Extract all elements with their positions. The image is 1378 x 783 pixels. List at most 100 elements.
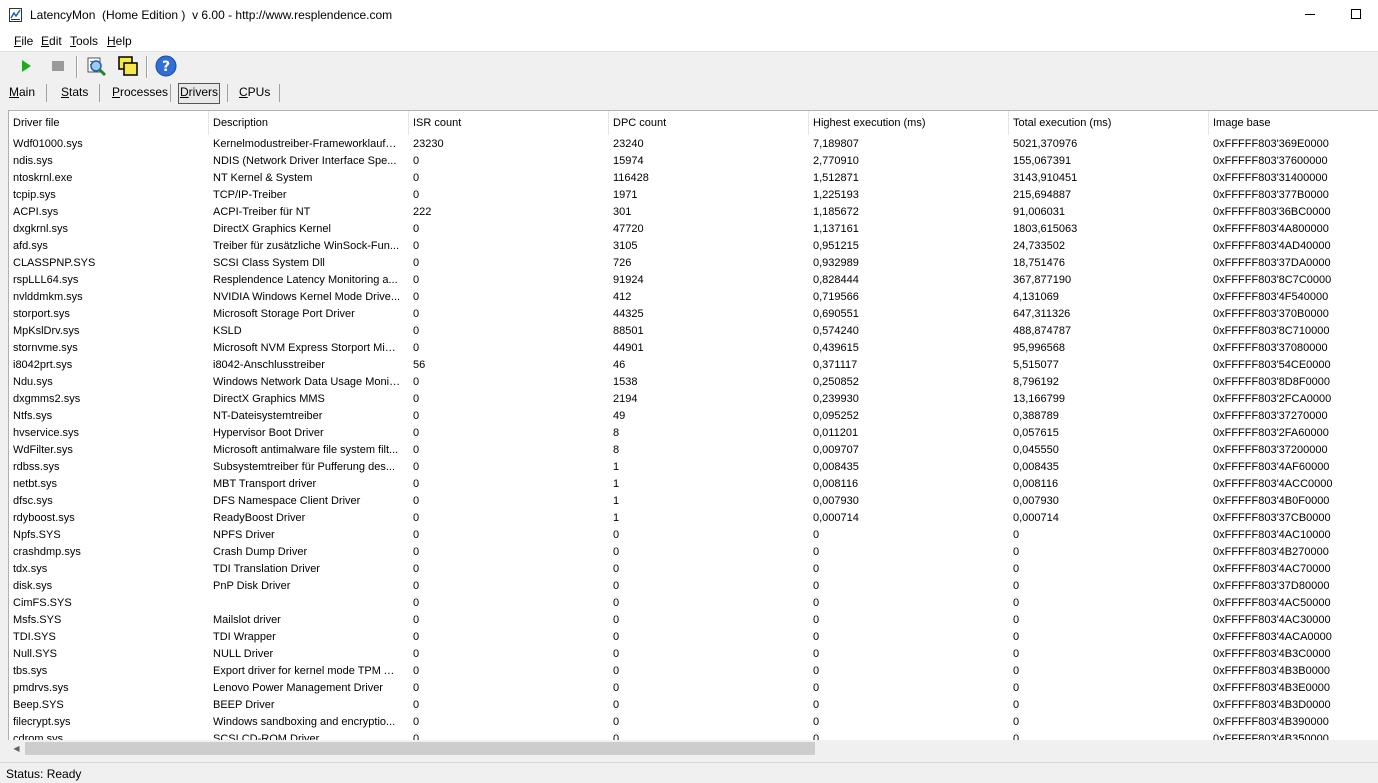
column-header-highest-execution[interactable]: Highest execution (ms) [809, 111, 1009, 135]
table-cell: 0 [413, 631, 420, 643]
column-header-driver-file[interactable]: Driver file [9, 111, 209, 135]
table-row[interactable]: filecrypt.sys Windows sandboxing and encr… [9, 714, 1378, 731]
table-row[interactable]: stornvme.sys Microsoft NVM Express Storpo… [9, 340, 1378, 357]
table-cell: Windows Network Data Usage Monit... [213, 376, 401, 388]
table-cell: 488,874787 [1013, 325, 1072, 337]
table-row[interactable]: tcpip.sys TCP/IP-Treiber 0 1971 1,225193 215,… [9, 187, 1378, 204]
menu-help[interactable]: Help [107, 34, 132, 48]
table-row[interactable]: MpKslDrv.sys KSLD 0 88501 0,574240 488,874787… [9, 323, 1378, 340]
report-icon [85, 55, 107, 80]
table-row[interactable]: TDI.SYS TDI Wrapper 0 0 0 0 0xFFFFF803'4ACA000… [9, 629, 1378, 646]
table-cell: 0 [613, 614, 620, 626]
column-header-description[interactable]: Description [209, 111, 409, 135]
windows-button[interactable] [116, 55, 140, 79]
horizontal-scrollbar[interactable]: ◀ [8, 740, 1378, 757]
table-cell: 0 [413, 546, 420, 558]
table-row[interactable]: rdyboost.sys ReadyBoost Driver 0 1 0,000714 0… [9, 510, 1378, 527]
table-row[interactable]: storport.sys Microsoft Storage Port Drive… [9, 306, 1378, 323]
tab-cpus[interactable]: CPUs [238, 83, 271, 102]
table-cell: 0 [613, 546, 620, 558]
table-cell: 0 [613, 563, 620, 575]
menu-tools[interactable]: Tools [70, 34, 98, 48]
stop-button[interactable] [46, 55, 70, 79]
scroll-left-button[interactable]: ◀ [8, 740, 25, 757]
table-row[interactable]: afd.sys Treiber für zusätzliche WinSock-F… [9, 238, 1378, 255]
menu-edit[interactable]: Edit [41, 34, 62, 48]
table-row[interactable]: netbt.sys MBT Transport driver 0 1 0,008116 0… [9, 476, 1378, 493]
table-cell: 0 [613, 665, 620, 677]
table-row[interactable]: Ntfs.sys NT-Dateisystemtreiber 0 49 0,095252… [9, 408, 1378, 425]
table-row[interactable]: CimFS.SYS 0 0 0 0 0xFFFFF803'4AC50000 [9, 595, 1378, 612]
maximize-button[interactable] [1333, 0, 1378, 31]
table-row[interactable]: ntoskrnl.exe NT Kernel & System 0 116428 1,5… [9, 170, 1378, 187]
table-row[interactable]: ndis.sys NDIS (Network Driver Interface S… [9, 153, 1378, 170]
table-cell: 0 [813, 648, 820, 660]
table-row[interactable]: Msfs.SYS Mailslot driver 0 0 0 0 0xFFFFF803'4A… [9, 612, 1378, 629]
table-cell: 0 [413, 682, 420, 694]
table-cell: 0 [1013, 699, 1020, 711]
toolbar: ? [0, 52, 1378, 82]
column-header-total-execution[interactable]: Total execution (ms) [1009, 111, 1209, 135]
table-cell: 0 [613, 648, 620, 660]
table-row[interactable]: nvlddmkm.sys NVIDIA Windows Kernel Mode D… [9, 289, 1378, 306]
table-row[interactable]: disk.sys PnP Disk Driver 0 0 0 0 0xFFFFF803'37… [9, 578, 1378, 595]
table-cell: 0,951215 [813, 240, 859, 252]
table-cell: 3143,910451 [1013, 172, 1078, 184]
report-button[interactable] [84, 55, 108, 79]
minimize-button[interactable] [1287, 0, 1333, 31]
table-row[interactable]: Null.SYS NULL Driver 0 0 0 0 0xFFFFF803'4B3C00… [9, 646, 1378, 663]
table-cell: 4,131069 [1013, 291, 1059, 303]
table-row[interactable]: Ndu.sys Windows Network Data Usage Monit.… [9, 374, 1378, 391]
table-cell: 0xFFFFF803'37CB0000 [1213, 512, 1331, 524]
table-row[interactable]: hvservice.sys Hypervisor Boot Driver 0 8 0,0… [9, 425, 1378, 442]
table-row[interactable]: dxgkrnl.sys DirectX Graphics Kernel 0 47720… [9, 221, 1378, 238]
help-button[interactable]: ? [154, 55, 178, 79]
table-row[interactable]: crashdmp.sys Crash Dump Driver 0 0 0 0 0xFFFFF… [9, 544, 1378, 561]
table-cell: 0xFFFFF803'4ACA0000 [1213, 631, 1332, 643]
table-row[interactable]: i8042prt.sys i8042-Anschlusstreiber 56 46 0,… [9, 357, 1378, 374]
stop-icon [52, 60, 64, 75]
table-cell: 0xFFFFF803'4AC70000 [1213, 563, 1331, 575]
table-cell: 47720 [613, 223, 644, 235]
table-row[interactable]: dxgmms2.sys DirectX Graphics MMS 0 2194 0,23… [9, 391, 1378, 408]
table-cell: 0 [413, 648, 420, 660]
column-header-isr-count[interactable]: ISR count [409, 111, 609, 135]
menu-file[interactable]: File [14, 34, 33, 48]
table-row[interactable]: WdFilter.sys Microsoft antimalware file s… [9, 442, 1378, 459]
table-row[interactable]: dfsc.sys DFS Namespace Client Driver 0 1 0,0… [9, 493, 1378, 510]
table-row[interactable]: rspLLL64.sys Resplendence Latency Monitor… [9, 272, 1378, 289]
scrollbar-thumb[interactable] [25, 742, 815, 755]
table-row[interactable]: pmdrvs.sys Lenovo Power Management Driver… [9, 680, 1378, 697]
table-cell: crashdmp.sys [13, 546, 81, 558]
table-cell: 8 [613, 444, 620, 456]
table-row[interactable]: tdx.sys TDI Translation Driver 0 0 0 0 0xFFFFF… [9, 561, 1378, 578]
table-row[interactable]: tbs.sys Export driver for kernel mode TPM… [9, 663, 1378, 680]
table-cell: 1538 [613, 376, 638, 388]
start-button[interactable] [14, 55, 38, 79]
table-cell: Wdf01000.sys [13, 138, 83, 150]
column-header-image-base[interactable]: Image base [1209, 111, 1378, 135]
table-cell: 0,045550 [1013, 444, 1059, 456]
tab-processes[interactable]: Processes [111, 83, 169, 102]
table-row[interactable]: rdbss.sys Subsystemtreiber für Pufferung … [9, 459, 1378, 476]
table-row[interactable]: Wdf01000.sys Kernelmodustreiber-Framework… [9, 136, 1378, 153]
table-cell: WdFilter.sys [13, 444, 73, 456]
table-cell: 0xFFFFF803'4B390000 [1213, 716, 1329, 728]
table-row[interactable]: Npfs.SYS NPFS Driver 0 0 0 0 0xFFFFF803'4AC100… [9, 527, 1378, 544]
tab-stats[interactable]: Stats [60, 83, 89, 102]
table-cell: 1 [613, 495, 620, 507]
table-cell: DirectX Graphics Kernel [213, 223, 331, 235]
drivers-list[interactable]: Driver file Description ISR count DPC co… [8, 110, 1378, 741]
table-row[interactable]: ACPI.sys ACPI-Treiber für NT 222 301 1,18567… [9, 204, 1378, 221]
tab-drivers[interactable]: Drivers [178, 83, 221, 104]
table-row[interactable]: CLASSPNP.SYS SCSI Class System Dll 0 726 0,9… [9, 255, 1378, 272]
table-row[interactable]: Beep.SYS BEEP Driver 0 0 0 0 0xFFFFF803'4B3D00… [9, 697, 1378, 714]
column-header-dpc-count[interactable]: DPC count [609, 111, 809, 135]
table-cell: Export driver for kernel mode TPM API [213, 665, 401, 677]
table-cell: 0 [813, 529, 820, 541]
table-cell: 0 [413, 325, 420, 337]
table-cell: 0 [813, 563, 820, 575]
table-cell: 0 [413, 240, 420, 252]
table-cell: NT-Dateisystemtreiber [213, 410, 323, 422]
tab-main[interactable]: Main [8, 83, 36, 102]
